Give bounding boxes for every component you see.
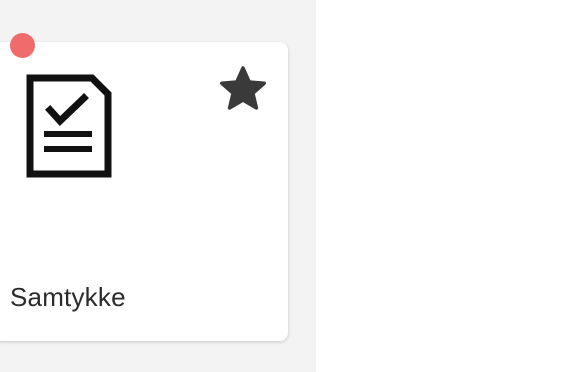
content-panel: Samtykke	[0, 0, 316, 372]
star-icon[interactable]	[216, 64, 270, 116]
document-card-samtykke[interactable]: Samtykke	[0, 42, 288, 341]
status-indicator-dot	[10, 33, 35, 58]
card-title: Samtykke	[10, 282, 126, 312]
document-check-icon	[26, 74, 112, 178]
